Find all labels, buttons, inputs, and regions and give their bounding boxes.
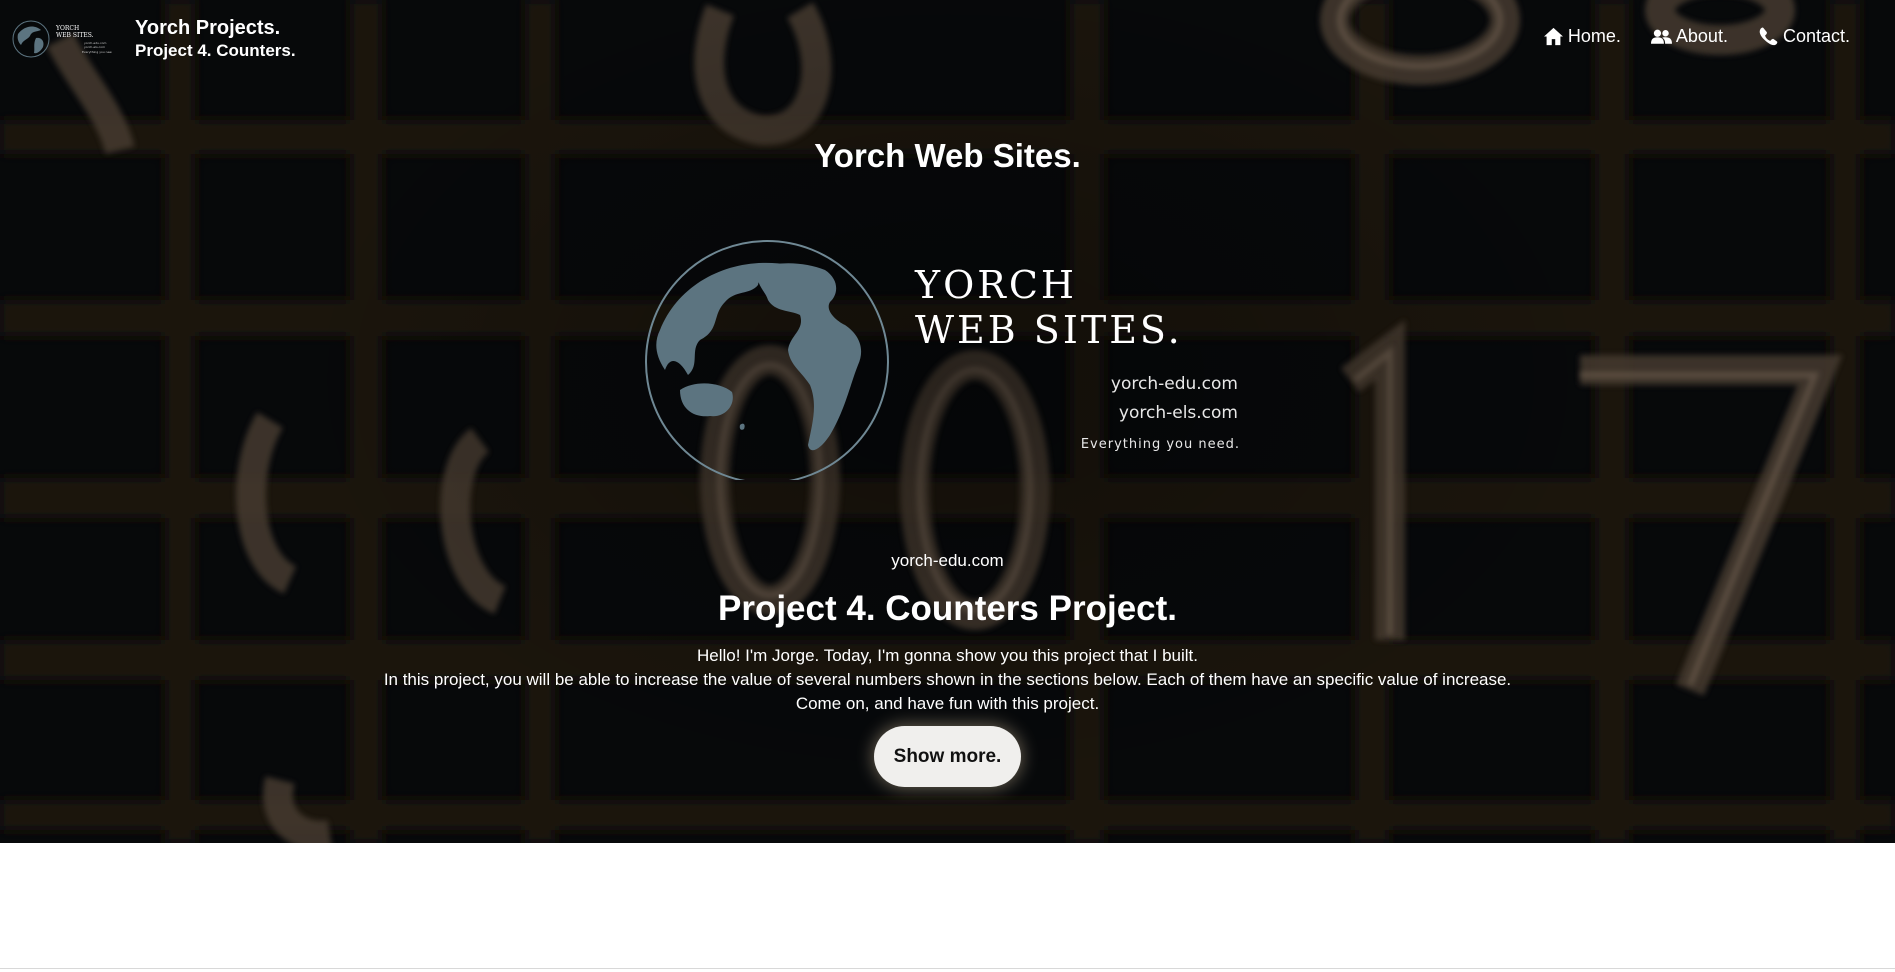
brand-title[interactable]: Yorch Projects.: [135, 16, 296, 40]
logo-line1: YORCH: [914, 263, 1077, 307]
project-title: Project 4. Counters Project.: [717, 589, 1178, 628]
yorch-web-sites-logo: YORCH WEB SITES. yorch-edu.com yorch-els…: [645, 240, 1240, 480]
yorch-globe-logo-icon[interactable]: YORCH WEB SITES. yorch-edu.com yorch-els…: [10, 18, 112, 60]
brand-subtitle: Project 4. Counters.: [135, 41, 296, 60]
nav-home-label: Home.: [1567, 26, 1621, 46]
logo-url2: yorch-els.com: [1119, 403, 1238, 423]
show-more-button[interactable]: Show more.: [874, 726, 1021, 787]
logo-url1: yorch-edu.com: [1111, 374, 1238, 394]
home-icon: [1543, 27, 1563, 46]
logo-line2: WEB SITES.: [915, 308, 1183, 352]
brand: Yorch Projects. Project 4. Counters.: [135, 16, 296, 62]
header: YORCH WEB SITES. yorch-edu.com yorch-els…: [0, 0, 1895, 80]
svg-text:YORCH: YORCH: [55, 25, 79, 32]
main-nav: Home. About. Contact.: [1543, 26, 1850, 47]
nav-contact[interactable]: Contact.: [1758, 26, 1850, 47]
nav-contact-label: Contact.: [1782, 26, 1850, 46]
intro-line-2: In this project, you will be able to inc…: [383, 670, 1512, 689]
users-icon: [1650, 29, 1672, 44]
nav-about-label: About.: [1675, 26, 1728, 46]
divider: [0, 968, 1895, 969]
site-title: Yorch Web Sites.: [814, 137, 1081, 174]
logo-tagline: Everything you need.: [1081, 437, 1240, 452]
nav-about[interactable]: About.: [1650, 26, 1728, 47]
phone-icon: [1759, 27, 1778, 46]
domain-label: yorch-edu.com: [891, 551, 1004, 570]
intro-line-1: Hello! I'm Jorge. Today, I'm gonna show …: [696, 646, 1198, 665]
intro-text: Hello! I'm Jorge. Today, I'm gonna show …: [0, 644, 1895, 716]
intro-line-3: Come on, and have fun with this project.: [795, 694, 1100, 713]
svg-text:yorch-els.com: yorch-els.com: [84, 45, 105, 49]
svg-text:WEB SITES.: WEB SITES.: [56, 32, 94, 39]
nav-home[interactable]: Home.: [1543, 26, 1621, 47]
svg-text:Everything you need.: Everything you need.: [82, 50, 112, 54]
content-area: [0, 843, 1895, 972]
